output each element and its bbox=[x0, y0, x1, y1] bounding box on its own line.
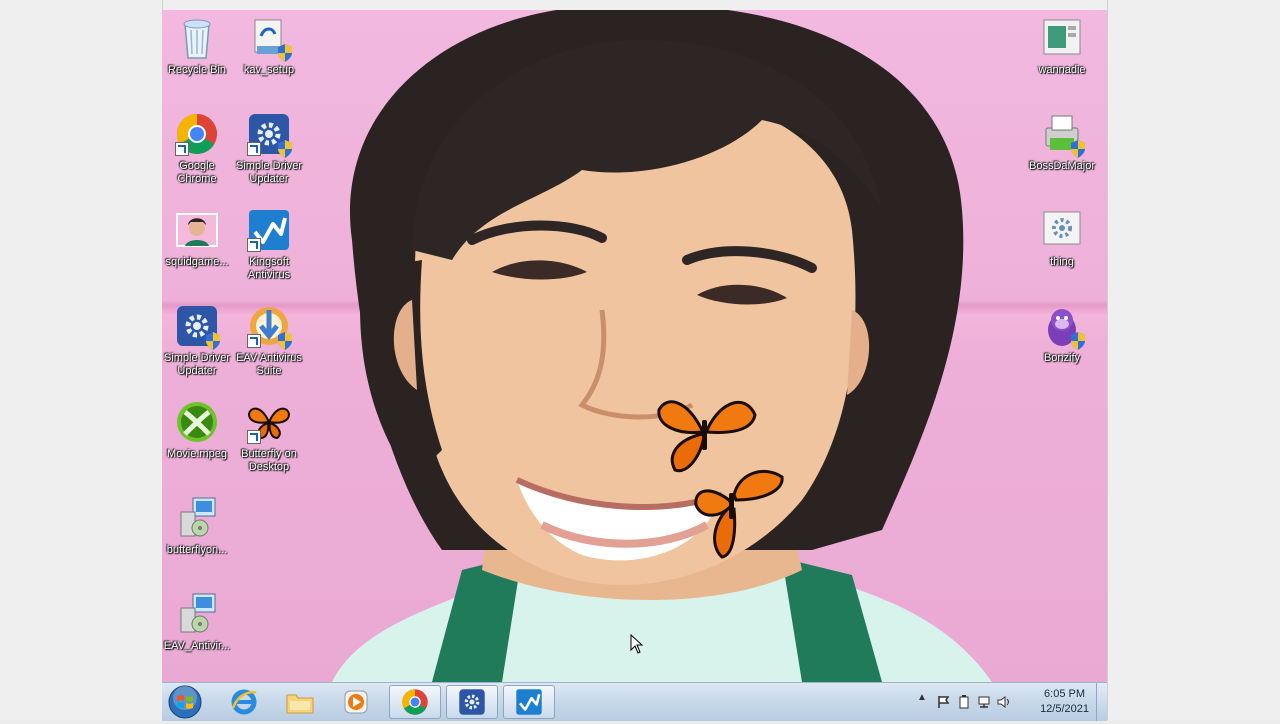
power-icon[interactable] bbox=[957, 695, 971, 709]
gear-icon bbox=[1040, 208, 1084, 252]
desktop-icon-label: wannadie bbox=[1038, 64, 1086, 76]
desktop-icon-label: squidgame... bbox=[165, 256, 229, 268]
desktop-icon-simple-driver-updater-2[interactable]: Simple Driver Updater bbox=[162, 304, 237, 378]
shortcut-arrow-icon bbox=[247, 334, 261, 348]
taskbar-windows-explorer[interactable] bbox=[274, 685, 326, 719]
desktop-icon-google-chrome[interactable]: Google Chrome bbox=[162, 112, 237, 186]
desktop-icon-simple-driver-updater[interactable]: Simple Driver Updater bbox=[229, 112, 309, 186]
desktop-icon-kav-setup[interactable]: kav_setup bbox=[229, 16, 309, 77]
kingsoft-icon bbox=[247, 208, 291, 252]
desktop-icon-label: EAV Antivirus Suite bbox=[236, 352, 302, 377]
start-button[interactable] bbox=[168, 685, 202, 719]
gear-icon bbox=[459, 689, 485, 715]
taskbar-media-player[interactable] bbox=[330, 685, 382, 719]
desktop-icon-bossdamajor[interactable]: BossDaMajor bbox=[1022, 112, 1102, 173]
desktop-icon-thing[interactable]: thing bbox=[1022, 208, 1102, 269]
desktop[interactable]: Recycle Bin kav_setup Google Chrome Simp… bbox=[162, 10, 1107, 682]
desktop-icon-eav-antivirus-setup[interactable]: EAV_Antivir... bbox=[162, 592, 237, 653]
desktop-icon-recycle-bin[interactable]: Recycle Bin bbox=[162, 16, 237, 77]
desktop-icon-movie-mpeg[interactable]: Movie.mpeg bbox=[162, 400, 237, 461]
desktop-icon-label: Butterfly on Desktop bbox=[241, 448, 297, 473]
taskbar-internet-explorer[interactable] bbox=[218, 685, 270, 719]
clock[interactable]: 6:05 PM 12/5/2021 bbox=[1040, 687, 1089, 717]
setup-icon bbox=[175, 592, 219, 636]
desktop-icon-bonzify[interactable]: Bonzify bbox=[1022, 304, 1102, 365]
desktop-icon-butterfly-on-desktop[interactable]: Butterfly on Desktop bbox=[229, 400, 309, 474]
desktop-icon-label: EAV_Antivir... bbox=[163, 640, 231, 652]
taskbar: ▲ 6:05 PM 12/5/2021 bbox=[162, 682, 1107, 721]
kingsoft-icon bbox=[516, 689, 542, 715]
taskbar-google-chrome[interactable] bbox=[389, 685, 441, 719]
desktop-icon-wannadie[interactable]: wannadie bbox=[1022, 16, 1102, 77]
taskbar-simple-driver-updater[interactable] bbox=[446, 685, 498, 719]
desktop-icon-label: Recycle Bin bbox=[167, 64, 227, 76]
letterbox-right bbox=[1107, 0, 1280, 720]
folder-icon bbox=[286, 694, 314, 714]
ie-icon bbox=[231, 689, 257, 715]
photo-icon bbox=[175, 208, 219, 252]
desktop-icon-label: Bonzify bbox=[1043, 352, 1081, 364]
eav-icon bbox=[247, 304, 292, 350]
window-icon bbox=[1040, 16, 1084, 60]
gear-icon bbox=[247, 112, 292, 158]
desktop-icon-label: kav_setup bbox=[243, 64, 295, 76]
butterfly-icon bbox=[247, 400, 291, 444]
installer-icon bbox=[247, 16, 292, 62]
desktop-icon-kingsoft-antivirus[interactable]: Kingsoft Antivirus bbox=[229, 208, 309, 282]
letterbox-top bbox=[162, 0, 1107, 10]
mouse-cursor-icon bbox=[630, 634, 644, 654]
desktop-icon-label: BossDaMajor bbox=[1028, 160, 1096, 172]
shortcut-arrow-icon bbox=[247, 142, 261, 156]
media-player-icon bbox=[344, 690, 368, 714]
clock-date: 12/5/2021 bbox=[1040, 703, 1089, 715]
flag-icon[interactable] bbox=[937, 695, 951, 709]
desktop-icon-squidgame[interactable]: squidgame... bbox=[162, 208, 237, 269]
desktop-icon-label: Simple Driver Updater bbox=[235, 160, 302, 185]
shortcut-arrow-icon bbox=[175, 142, 189, 156]
taskbar-kingsoft-antivirus[interactable] bbox=[503, 685, 555, 719]
system-tray: ▲ 6:05 PM 12/5/2021 bbox=[917, 683, 1107, 721]
bonzi-icon bbox=[1040, 304, 1085, 350]
network-icon[interactable] bbox=[977, 695, 991, 709]
butterfly-sprite-2[interactable] bbox=[694, 465, 786, 560]
clock-time: 6:05 PM bbox=[1044, 688, 1086, 700]
tray-expand-icon[interactable]: ▲ bbox=[917, 692, 931, 706]
desktop-icon-butterflyon[interactable]: butterflyon... bbox=[162, 496, 237, 557]
chrome-icon bbox=[402, 689, 428, 715]
letterbox-left bbox=[0, 0, 163, 720]
chrome-icon bbox=[175, 112, 219, 156]
desktop-icon-label: Movie.mpeg bbox=[167, 448, 227, 460]
desktop-icon-eav-antivirus-suite[interactable]: EAV Antivirus Suite bbox=[229, 304, 309, 378]
shortcut-arrow-icon bbox=[247, 238, 261, 252]
volume-icon[interactable] bbox=[997, 695, 1011, 709]
shortcut-arrow-icon bbox=[247, 430, 261, 444]
xbox-icon bbox=[175, 400, 219, 444]
desktop-icon-label: Kingsoft Antivirus bbox=[247, 256, 291, 281]
printer-icon bbox=[1040, 112, 1085, 158]
desktop-icon-label: thing bbox=[1050, 256, 1074, 268]
desktop-icon-label: Simple Driver Updater bbox=[163, 352, 230, 377]
desktop-icon-label: Google Chrome bbox=[177, 160, 217, 185]
desktop-icon-label: butterflyon... bbox=[166, 544, 228, 556]
windows-logo-icon bbox=[168, 685, 202, 719]
show-desktop-button[interactable] bbox=[1096, 683, 1107, 721]
butterfly-sprite-1[interactable] bbox=[657, 390, 757, 475]
gear-icon bbox=[175, 304, 220, 350]
recycle-bin-icon bbox=[175, 16, 219, 60]
setup-icon bbox=[175, 496, 219, 540]
